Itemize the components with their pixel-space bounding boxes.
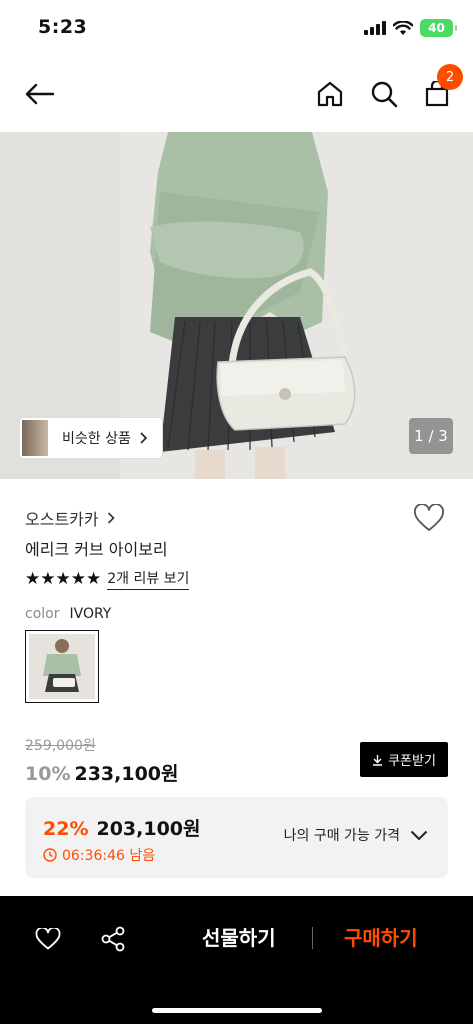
nav-bar: 2 bbox=[0, 56, 473, 132]
signal-icon bbox=[364, 21, 386, 35]
timer-row: 06:36:46 남음 bbox=[43, 845, 155, 865]
best-discount-rate: 22% bbox=[43, 818, 89, 840]
image-page-counter: 1 / 3 bbox=[409, 418, 453, 454]
home-indicator bbox=[152, 1008, 322, 1013]
best-price: 203,100원 bbox=[96, 818, 201, 840]
status-bar: 5:23 40 bbox=[0, 0, 473, 56]
rating-row: ★★★★★ 2개 리뷰 보기 bbox=[25, 568, 190, 590]
cart-count-badge: 2 bbox=[437, 64, 463, 90]
battery-level: 40 bbox=[428, 21, 445, 35]
back-button[interactable] bbox=[20, 74, 60, 114]
home-button[interactable] bbox=[310, 74, 350, 114]
product-image[interactable]: 비슷한 상품 1 / 3 bbox=[0, 132, 473, 479]
countdown-timer: 06:36:46 남음 bbox=[62, 848, 156, 864]
search-icon bbox=[371, 81, 398, 108]
divider bbox=[312, 927, 313, 949]
wifi-icon bbox=[393, 20, 413, 35]
coupon-label: 쿠폰받기 bbox=[388, 754, 436, 769]
bottom-wishlist-button[interactable] bbox=[30, 923, 66, 955]
color-option-row: color IVORY bbox=[25, 606, 111, 622]
rating-stars: ★★★★★ bbox=[25, 569, 102, 589]
color-key: color bbox=[25, 606, 60, 622]
product-name: 에리크 커브 아이보리 bbox=[25, 540, 168, 559]
cart-button[interactable]: 2 bbox=[417, 64, 463, 114]
brand-link[interactable]: 오스트카카 bbox=[25, 506, 115, 530]
chevron-right-icon bbox=[107, 512, 115, 524]
home-icon bbox=[317, 81, 343, 107]
gift-button[interactable]: 선물하기 bbox=[202, 922, 276, 951]
original-price: 259,000원 bbox=[25, 738, 96, 754]
brand-name: 오스트카카 bbox=[25, 510, 99, 529]
similar-products-button[interactable]: 비슷한 상품 bbox=[20, 418, 162, 458]
status-time: 5:23 bbox=[38, 16, 88, 38]
back-arrow-icon bbox=[25, 83, 55, 105]
share-icon bbox=[101, 926, 125, 952]
status-icons: 40 bbox=[364, 19, 457, 37]
chevron-right-icon bbox=[140, 432, 147, 444]
sale-price: 233,100원 bbox=[74, 763, 179, 785]
heart-icon bbox=[35, 928, 61, 950]
color-swatch-ivory[interactable] bbox=[25, 630, 99, 703]
available-price-label: 나의 구매 가능 가격 bbox=[283, 828, 400, 844]
similar-product-thumbnail bbox=[22, 420, 48, 456]
chevron-down-icon bbox=[410, 830, 428, 840]
similar-products-label: 비슷한 상품 bbox=[62, 431, 131, 447]
available-price-toggle[interactable]: 나의 구매 가능 가격 bbox=[284, 825, 428, 845]
discount-rate: 10% bbox=[25, 763, 71, 785]
swatch-image bbox=[29, 634, 95, 699]
search-button[interactable] bbox=[364, 74, 404, 114]
buy-button[interactable]: 구매하기 bbox=[344, 922, 418, 951]
share-button[interactable] bbox=[95, 923, 131, 955]
review-link[interactable]: 2개 리뷰 보기 bbox=[107, 568, 190, 590]
wishlist-button[interactable] bbox=[413, 503, 447, 534]
download-icon bbox=[373, 754, 383, 766]
clock-icon bbox=[43, 848, 57, 862]
bottom-action-bar: 선물하기 구매하기 bbox=[0, 896, 473, 1024]
battery-icon: 40 bbox=[420, 19, 457, 37]
best-price-row: 22% 203,100원 bbox=[43, 814, 201, 841]
sale-price-row: 10% 233,100원 bbox=[25, 759, 179, 786]
heart-icon bbox=[414, 503, 444, 531]
best-price-box[interactable]: 22% 203,100원 06:36:46 남음 나의 구매 가능 가격 bbox=[25, 797, 448, 878]
color-value: IVORY bbox=[69, 606, 112, 622]
coupon-button[interactable]: 쿠폰받기 bbox=[360, 742, 448, 777]
